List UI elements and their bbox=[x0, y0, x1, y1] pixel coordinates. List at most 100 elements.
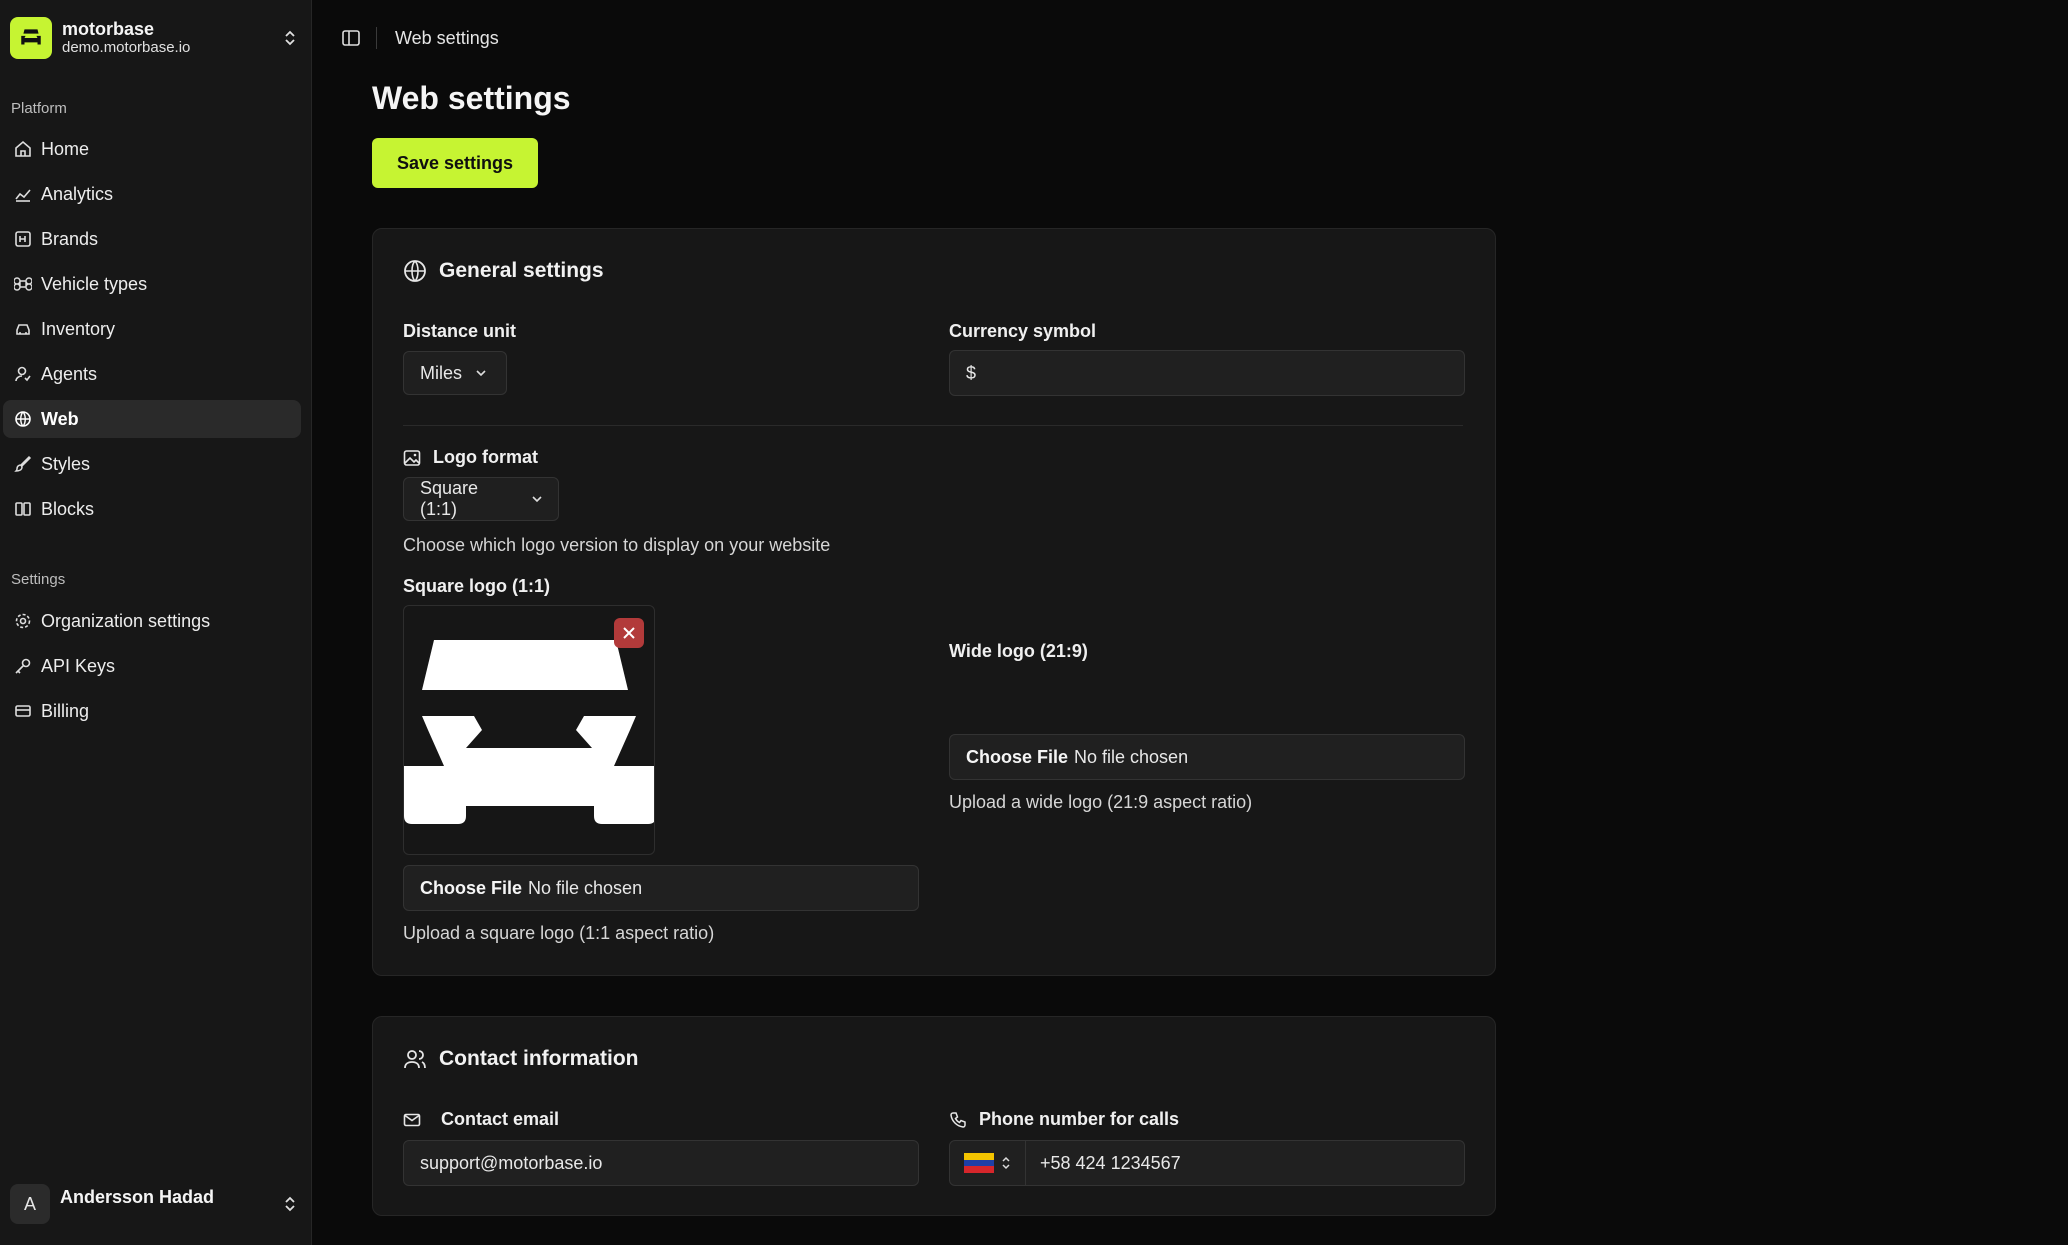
gear-icon bbox=[13, 611, 33, 631]
logo-format-select[interactable]: Square (1:1) bbox=[403, 477, 559, 521]
currency-symbol-input[interactable] bbox=[949, 350, 1465, 396]
globe-icon bbox=[13, 409, 33, 429]
contact-email-label-text: Contact email bbox=[441, 1109, 560, 1129]
panel-left-icon bbox=[342, 30, 360, 46]
users-icon bbox=[403, 1047, 427, 1071]
sidebar-item-label: Inventory bbox=[41, 318, 116, 339]
logo-format-help: Choose which logo version to display on … bbox=[403, 535, 831, 555]
phone-number-input[interactable] bbox=[1026, 1141, 1464, 1185]
phone-input-group bbox=[949, 1140, 1465, 1186]
remove-logo-button[interactable] bbox=[614, 618, 644, 648]
main-content: Web settings Web settings Save settings … bbox=[312, 0, 2068, 1245]
sidebar-item-billing[interactable]: Billing bbox=[3, 692, 301, 730]
choose-file-button[interactable]: Choose File bbox=[420, 878, 522, 899]
distance-unit-label: Distance unit bbox=[403, 321, 517, 341]
logo-format-label-text: Logo format bbox=[433, 447, 538, 467]
logo-format-value: Square (1:1) bbox=[420, 478, 479, 519]
platform-nav: Home Analytics Brands Vehicle types Inve… bbox=[3, 130, 301, 535]
save-settings-button[interactable]: Save settings bbox=[372, 138, 538, 188]
key-icon bbox=[13, 656, 33, 676]
image-icon bbox=[403, 449, 421, 467]
file-status: No file chosen bbox=[1074, 746, 1189, 767]
divider bbox=[403, 425, 1463, 426]
phone-icon bbox=[949, 1111, 967, 1129]
settings-group-label: Settings bbox=[11, 571, 66, 588]
page-title: Web settings bbox=[372, 80, 571, 116]
divider bbox=[376, 27, 377, 49]
chevron-down-icon bbox=[474, 366, 488, 380]
wide-logo-label: Wide logo (21:9) bbox=[949, 641, 1088, 661]
globe-icon bbox=[403, 259, 427, 283]
brand-icon bbox=[13, 229, 33, 249]
org-logo bbox=[10, 17, 52, 59]
contact-email-input[interactable] bbox=[403, 1140, 919, 1186]
phone-label: Phone number for calls bbox=[949, 1109, 1179, 1130]
sidebar-item-agents[interactable]: Agents bbox=[3, 355, 301, 393]
org-name: motorbase bbox=[62, 19, 155, 39]
sidebar-item-api-keys[interactable]: API Keys bbox=[3, 647, 301, 685]
file-status: No file chosen bbox=[528, 877, 643, 898]
sidebar-item-label: Billing bbox=[41, 700, 90, 721]
sidebar-item-label: Agents bbox=[41, 363, 98, 384]
sidebar-item-label: Brands bbox=[41, 228, 99, 249]
contact-email-label: Contact email bbox=[403, 1109, 559, 1130]
close-icon bbox=[623, 627, 635, 639]
car-logo-icon bbox=[21, 29, 41, 45]
contact-info-card: Contact information Contact email Phone … bbox=[372, 1016, 1496, 1216]
contact-info-title: Contact information bbox=[439, 1047, 639, 1070]
sidebar-item-label: Blocks bbox=[41, 498, 95, 519]
user-icon bbox=[13, 364, 33, 384]
sidebar-toggle-button[interactable] bbox=[336, 23, 366, 53]
general-settings-card: General settings Distance unit Miles Cur… bbox=[372, 228, 1496, 976]
command-icon bbox=[13, 274, 33, 294]
sidebar-item-brands[interactable]: Brands bbox=[3, 220, 301, 258]
breadcrumb: Web settings bbox=[395, 27, 499, 48]
sidebar-item-label: Styles bbox=[41, 453, 91, 474]
sidebar-item-web[interactable]: Web bbox=[3, 400, 301, 438]
sidebar-item-home[interactable]: Home bbox=[3, 130, 301, 168]
card-title: General settings bbox=[403, 259, 604, 283]
chevron-down-icon bbox=[530, 492, 544, 506]
avatar: A bbox=[10, 1184, 50, 1224]
sidebar-item-label: Vehicle types bbox=[41, 273, 148, 294]
choose-file-button[interactable]: Choose File bbox=[966, 747, 1068, 768]
sidebar-item-analytics[interactable]: Analytics bbox=[3, 175, 301, 213]
square-logo-file-input[interactable]: Choose File No file chosen bbox=[403, 865, 919, 911]
phone-label-text: Phone number for calls bbox=[979, 1109, 1180, 1129]
chevrons-up-down-icon bbox=[278, 26, 302, 50]
sidebar-item-label: API Keys bbox=[41, 655, 116, 676]
sidebar-item-vehicle-types[interactable]: Vehicle types bbox=[3, 265, 301, 303]
sidebar-item-label: Analytics bbox=[41, 183, 114, 204]
chevrons-up-down-icon bbox=[1001, 1156, 1010, 1170]
user-name: Andersson Hadad bbox=[60, 1186, 215, 1207]
sidebar-item-organization-settings[interactable]: Organization settings bbox=[3, 602, 301, 640]
distance-unit-select[interactable]: Miles bbox=[403, 351, 507, 395]
org-switcher[interactable]: motorbase demo.motorbase.io bbox=[10, 14, 302, 62]
wide-logo-file-input[interactable]: Choose File No file chosen bbox=[949, 734, 1465, 780]
general-settings-title: General settings bbox=[439, 259, 604, 282]
currency-symbol-label: Currency symbol bbox=[949, 321, 1097, 341]
card-title: Contact information bbox=[403, 1047, 639, 1071]
sidebar-item-label: Web bbox=[41, 408, 79, 429]
car-icon bbox=[13, 319, 33, 339]
sidebar: motorbase demo.motorbase.io Platform Hom… bbox=[0, 0, 312, 1245]
venezuela-flag-icon bbox=[963, 1153, 994, 1173]
sidebar-item-label: Organization settings bbox=[41, 610, 211, 631]
settings-nav: Organization settings API Keys Billing bbox=[3, 602, 301, 737]
chart-line-icon bbox=[13, 184, 33, 204]
topbar: Web settings bbox=[336, 22, 499, 54]
brush-icon bbox=[13, 454, 33, 474]
sidebar-item-blocks[interactable]: Blocks bbox=[3, 490, 301, 528]
blocks-icon bbox=[13, 499, 33, 519]
credit-card-icon bbox=[13, 701, 33, 721]
wide-logo-help: Upload a wide logo (21:9 aspect ratio) bbox=[949, 792, 1253, 812]
chevrons-up-down-icon bbox=[278, 1192, 302, 1216]
user-menu[interactable]: A Andersson Hadad bbox=[10, 1179, 302, 1229]
country-select[interactable] bbox=[950, 1141, 1026, 1185]
logo-format-label: Logo format bbox=[403, 447, 538, 468]
mail-icon bbox=[403, 1111, 421, 1129]
sidebar-item-inventory[interactable]: Inventory bbox=[3, 310, 301, 348]
sidebar-item-label: Home bbox=[41, 138, 90, 159]
sidebar-item-styles[interactable]: Styles bbox=[3, 445, 301, 483]
square-logo-label: Square logo (1:1) bbox=[403, 576, 551, 596]
